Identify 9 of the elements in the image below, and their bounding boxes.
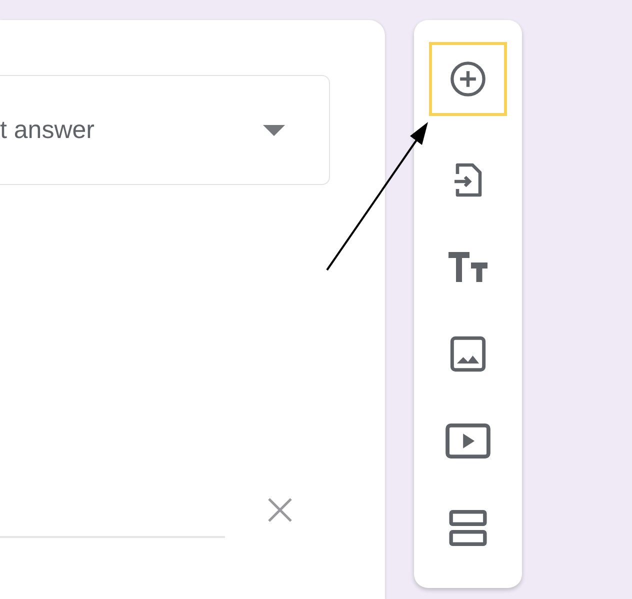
image-icon — [449, 334, 487, 372]
add-circle-icon — [449, 60, 487, 98]
close-icon — [267, 497, 293, 523]
text-size-icon — [447, 250, 489, 284]
video-icon — [445, 422, 491, 458]
highlighted-tool-button[interactable] — [429, 42, 507, 116]
section-icon — [448, 508, 488, 546]
answer-type-dropdown[interactable]: t answer — [0, 75, 330, 185]
caret-icon — [263, 124, 285, 136]
